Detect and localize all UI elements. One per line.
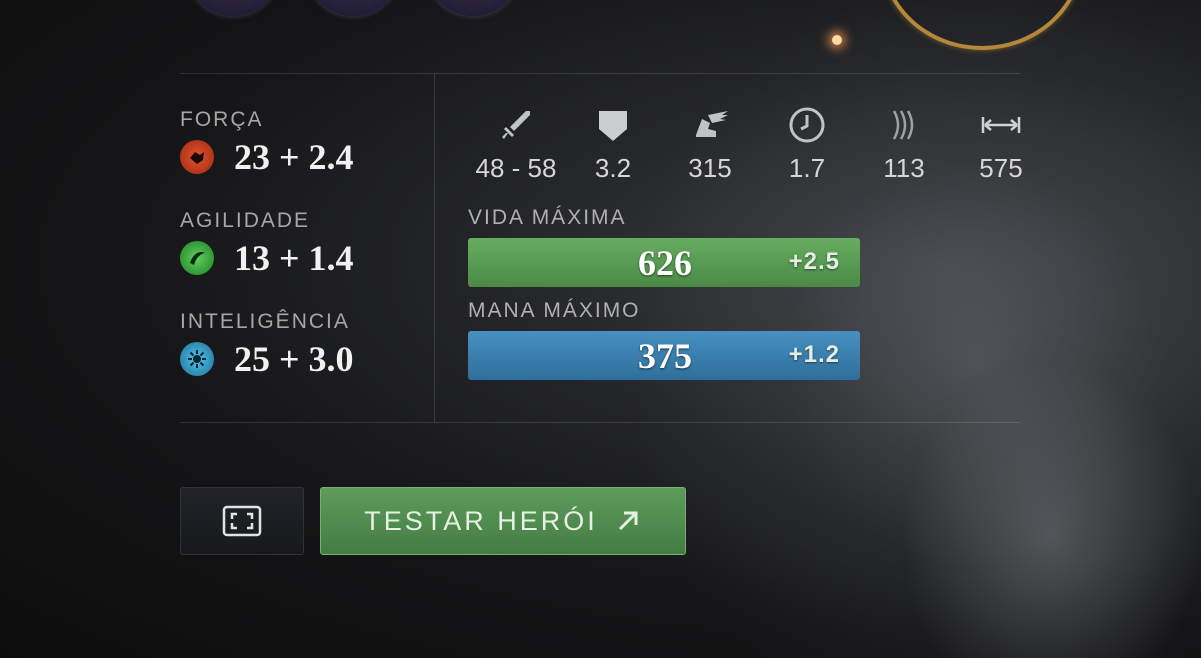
mana-regen: +1.2 xyxy=(788,341,840,368)
stat-armor: 3.2 xyxy=(563,105,663,184)
attribute-strength: FORÇA 23 + 2.4 xyxy=(180,108,354,178)
divider-vertical xyxy=(434,74,435,422)
health-regen: +2.5 xyxy=(788,248,840,275)
demo-hero-button[interactable]: TESTAR HERÓI xyxy=(320,487,686,555)
intelligence-icon xyxy=(180,342,214,376)
stat-value: 1.7 xyxy=(788,153,826,183)
expand-button[interactable] xyxy=(180,487,304,555)
stat-value: 315 xyxy=(688,153,732,183)
ability-orb xyxy=(308,0,398,16)
health-bar: 626 +2.5 xyxy=(468,238,860,287)
attribute-label: AGILIDADE xyxy=(180,209,311,232)
stat-value: 113 xyxy=(883,153,925,183)
attribute-label: INTELIGÊNCIA xyxy=(180,310,350,333)
mana-bar: 375 +1.2 xyxy=(468,331,860,380)
attribute-value: 23 + 2.4 xyxy=(234,137,354,177)
sound-waves-icon xyxy=(892,110,914,140)
stat-damage: 48 - 58 xyxy=(466,105,566,184)
attribute-intelligence: INTELIGÊNCIA 25 + 3.0 xyxy=(180,310,354,380)
health-value: 626 xyxy=(638,243,692,283)
spark-decoration xyxy=(832,35,842,45)
attribute-value: 25 + 3.0 xyxy=(234,339,354,379)
shield-icon xyxy=(599,111,627,141)
stat-value: 575 xyxy=(979,153,1023,183)
clock-icon xyxy=(789,107,825,143)
divider-top xyxy=(180,73,1020,74)
demo-hero-label: TESTAR HERÓI xyxy=(364,505,598,536)
divider-bottom xyxy=(180,422,1020,423)
stat-value: 3.2 xyxy=(594,153,632,183)
health-label: VIDA MÁXIMA xyxy=(468,206,627,229)
attribute-value: 13 + 1.4 xyxy=(234,238,354,278)
ability-orb xyxy=(188,0,278,16)
stat-attack-time: 1.7 xyxy=(757,105,857,184)
mana-label: MANA MÁXIMO xyxy=(468,299,641,322)
mana-value: 375 xyxy=(638,336,692,376)
ability-orb xyxy=(428,0,518,16)
stat-move-speed: 315 xyxy=(660,105,760,184)
stat-attack-range: 575 xyxy=(951,105,1051,184)
expand-icon xyxy=(222,505,262,537)
winged-boot-icon xyxy=(696,111,728,137)
sword-icon xyxy=(502,111,530,139)
agility-icon xyxy=(180,241,214,275)
stat-value: 48 - 58 xyxy=(475,153,557,183)
attribute-label: FORÇA xyxy=(180,108,264,131)
arrow-up-right-icon xyxy=(618,511,638,531)
attribute-agility: AGILIDADE 13 + 1.4 xyxy=(180,209,354,279)
range-arrow-icon xyxy=(981,117,1021,133)
background-smoke xyxy=(900,360,1201,658)
strength-icon xyxy=(180,140,214,174)
stat-projectile: 113 xyxy=(854,105,954,184)
